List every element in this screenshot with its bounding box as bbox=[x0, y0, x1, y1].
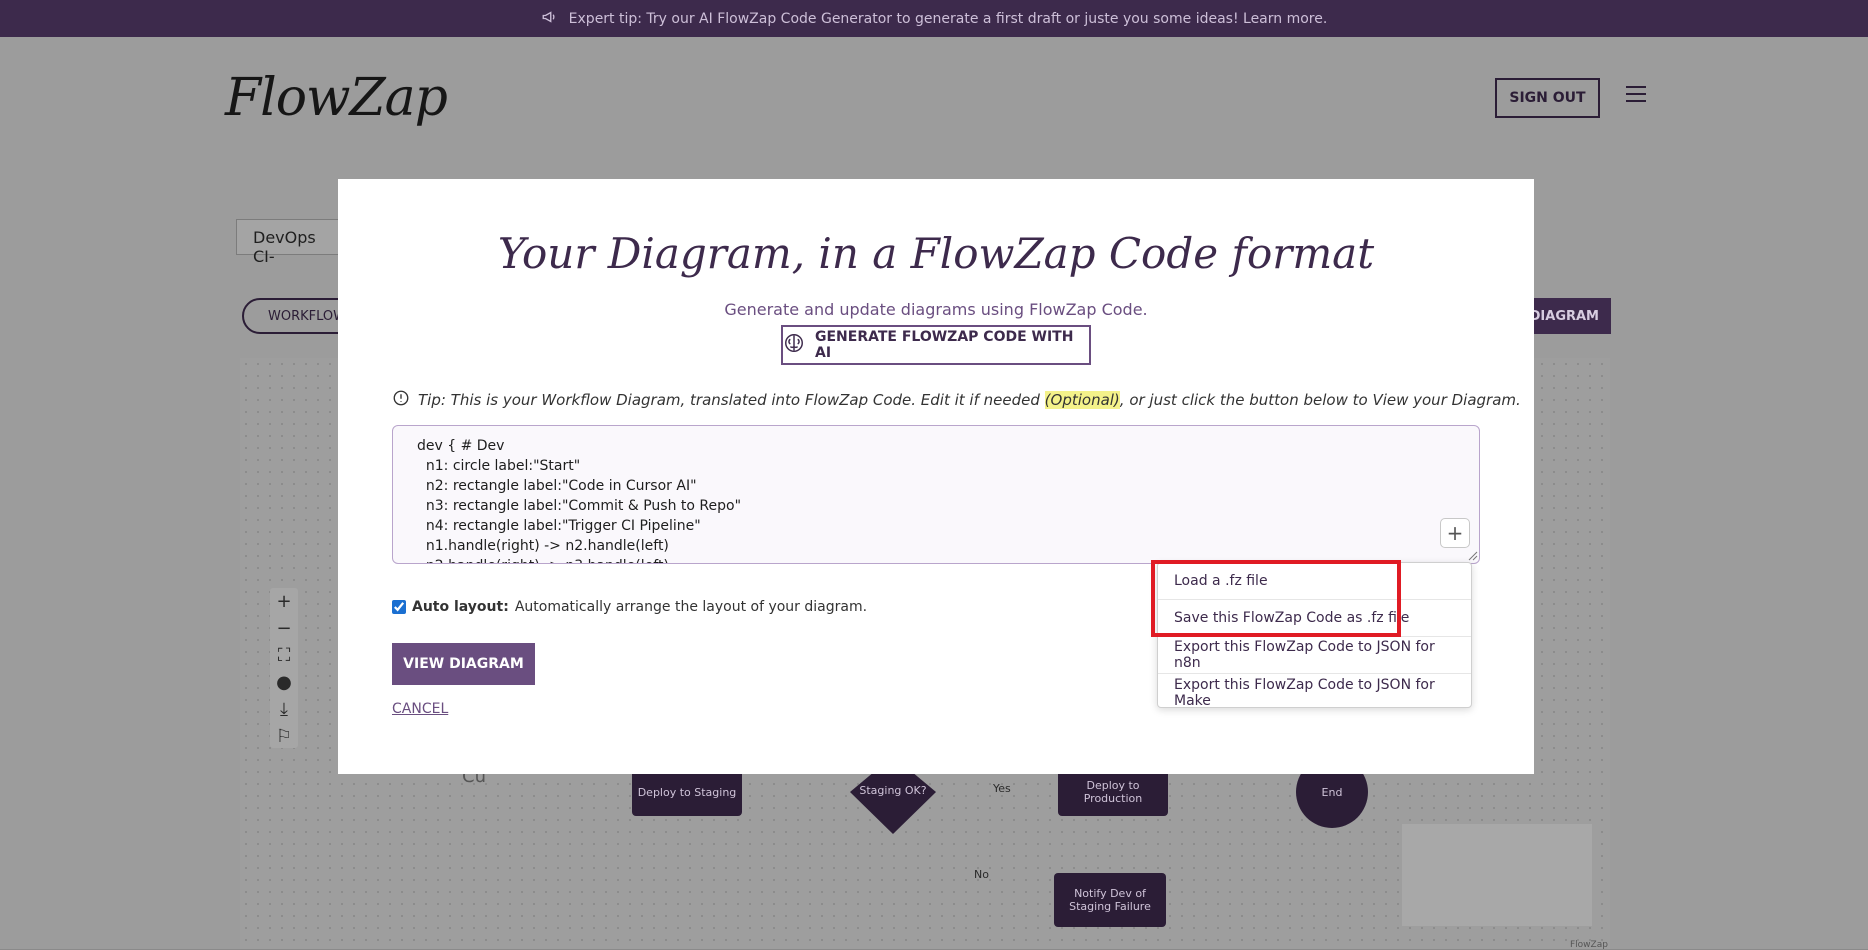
tip-prefix: Tip: This is your Workflow Diagram, tran… bbox=[418, 391, 1045, 409]
brain-icon bbox=[783, 332, 805, 358]
fit-view-icon[interactable]: ⛶ bbox=[270, 642, 298, 669]
modal-subtitle: Generate and update diagrams using FlowZ… bbox=[724, 300, 1148, 319]
auto-layout-label: Auto layout: bbox=[412, 599, 509, 615]
cancel-link[interactable]: CANCEL bbox=[392, 701, 448, 717]
zoom-out-icon[interactable]: − bbox=[270, 615, 298, 642]
megaphone-icon bbox=[541, 8, 559, 30]
flag-icon[interactable]: ⚐ bbox=[270, 723, 298, 750]
more-options-button[interactable]: + bbox=[1440, 518, 1470, 548]
hamburger-icon[interactable] bbox=[1626, 86, 1646, 104]
download-icon[interactable]: ⤓ bbox=[270, 696, 298, 723]
auto-layout-option[interactable]: Auto layout: Automatically arrange the l… bbox=[392, 599, 867, 615]
tip-message: Tip: This is your Workflow Diagram, tran… bbox=[392, 389, 1521, 411]
node-deploy-production[interactable]: Deploy to Production bbox=[1058, 768, 1168, 816]
edge-label-yes: Yes bbox=[993, 782, 1011, 795]
toggle-icon[interactable]: ● bbox=[270, 669, 298, 696]
resize-grip-icon[interactable] bbox=[1468, 551, 1478, 561]
info-icon bbox=[392, 389, 410, 411]
auto-layout-desc: Automatically arrange the layout of your… bbox=[514, 599, 868, 615]
modal-title: Your Diagram, in a FlowZap Code format bbox=[497, 229, 1375, 278]
file-options-menu: Load a .fz file Save this FlowZap Code a… bbox=[1157, 562, 1472, 711]
generate-ai-button[interactable]: GENERATE FLOWZAP CODE WITH AI bbox=[781, 325, 1091, 365]
flowzap-code-editor[interactable]: dev { # Dev n1: circle label:"Start" n2:… bbox=[392, 425, 1480, 564]
flowzap-logo[interactable]: FlowZap bbox=[225, 68, 448, 128]
banner-text: Expert tip: Try our AI FlowZap Code Gene… bbox=[568, 10, 1328, 27]
zoom-in-icon[interactable]: + bbox=[270, 588, 298, 615]
edge-label-no: No bbox=[974, 868, 989, 881]
tip-suffix: , or just click the button below to View… bbox=[1119, 391, 1521, 409]
view-diagram-button[interactable]: VIEW DIAGRAM bbox=[392, 643, 535, 685]
menu-item-export-n8n[interactable]: Export this FlowZap Code to JSON for n8n bbox=[1158, 637, 1471, 674]
menu-item-load-fz[interactable]: Load a .fz file bbox=[1158, 563, 1471, 600]
sign-out-button[interactable]: SIGN OUT bbox=[1495, 78, 1600, 118]
node-deploy-staging[interactable]: Deploy to Staging bbox=[632, 768, 742, 816]
top-banner[interactable]: Expert tip: Try our AI FlowZap Code Gene… bbox=[0, 0, 1868, 37]
tip-highlight: (Optional) bbox=[1044, 391, 1120, 409]
minimap[interactable] bbox=[1402, 824, 1592, 926]
menu-item-save-fz[interactable]: Save this FlowZap Code as .fz file bbox=[1158, 600, 1471, 637]
generate-ai-label: GENERATE FLOWZAP CODE WITH AI bbox=[815, 329, 1074, 361]
node-notify-dev[interactable]: Notify Dev of Staging Failure bbox=[1054, 873, 1166, 927]
auto-layout-checkbox[interactable] bbox=[392, 600, 406, 614]
menu-item-export-make[interactable]: Export this FlowZap Code to JSON for Mak… bbox=[1158, 674, 1471, 711]
zoom-controls: + − ⛶ ● ⤓ ⚐ bbox=[270, 588, 298, 748]
node-staging-ok[interactable]: Staging OK? bbox=[856, 772, 930, 808]
